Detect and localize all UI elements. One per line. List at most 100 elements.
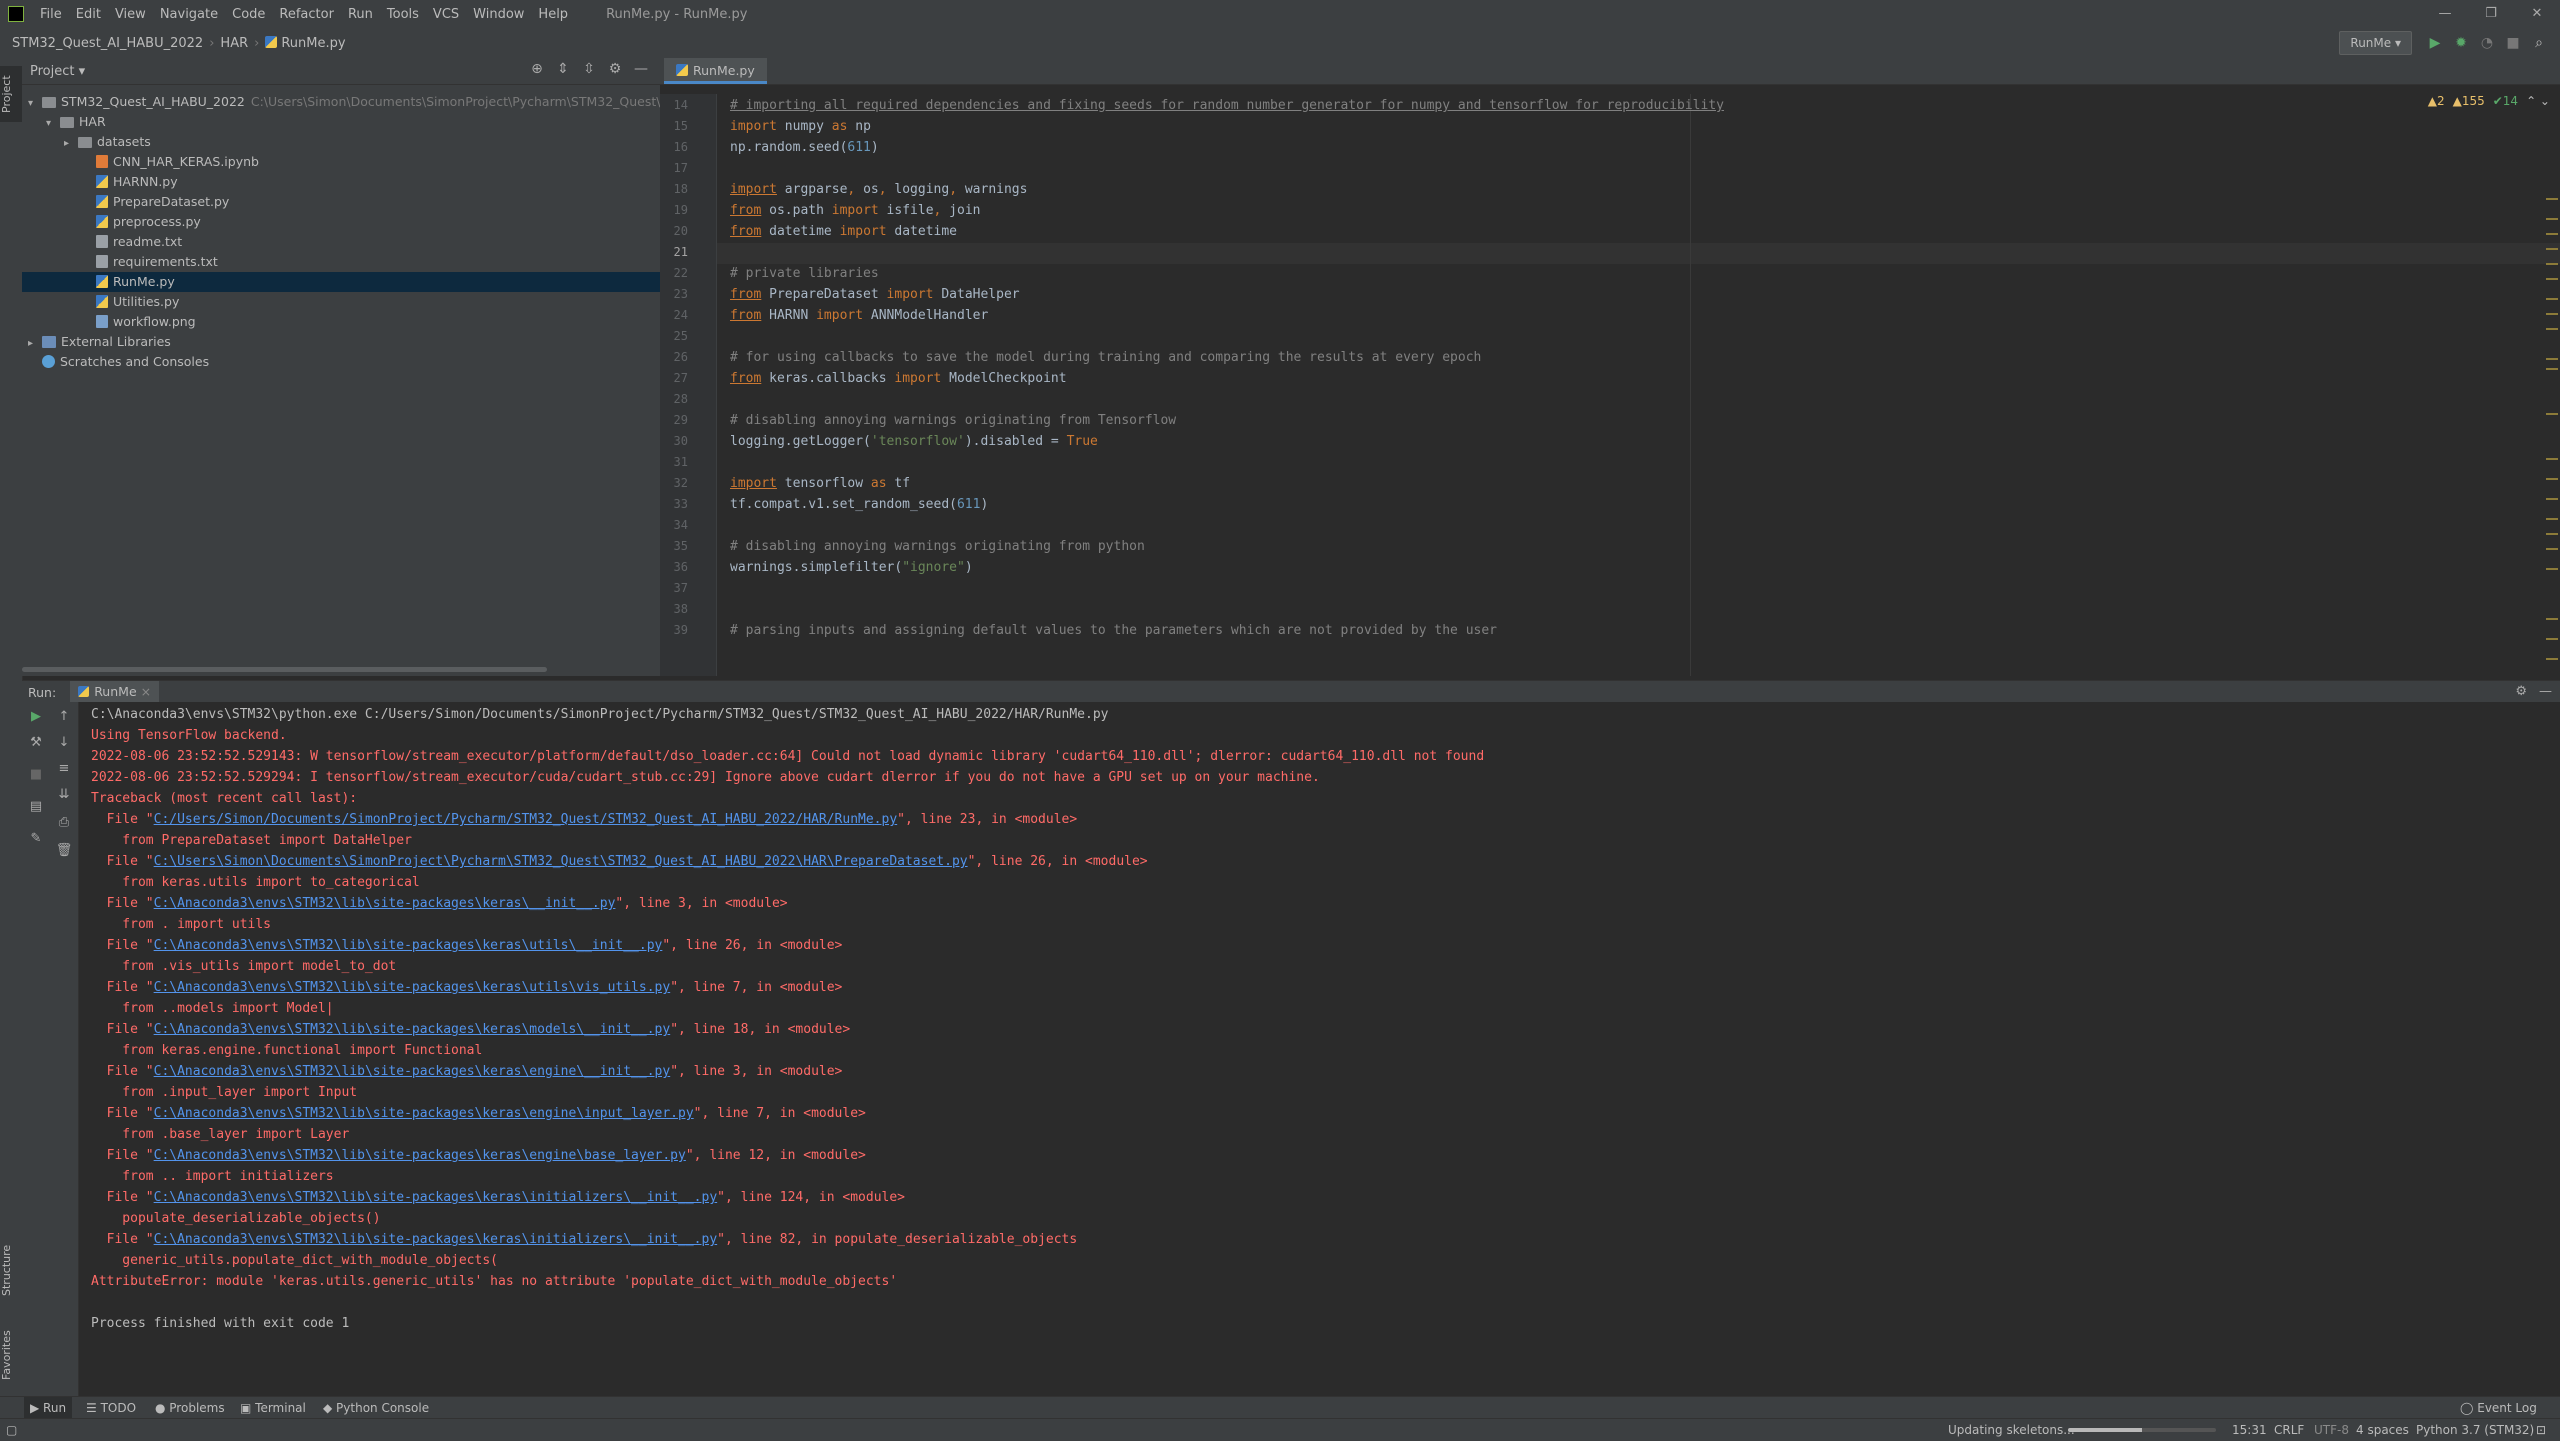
python-interpreter[interactable]: Python 3.7 (STM32) [2416,1419,2534,1441]
code-line[interactable]: # importing all required dependencies an… [730,98,1724,113]
minimize-icon[interactable]: — [2422,0,2468,28]
menu-navigate[interactable]: Navigate [160,7,218,22]
warning-marker[interactable] [2546,233,2558,235]
pin-icon[interactable]: ✎ [24,828,48,850]
expand-arrow-icon[interactable]: ▾ [46,114,60,134]
close-icon[interactable]: ✕ [2514,0,2560,28]
restore-layout-icon[interactable]: ▤ [24,796,48,818]
collapse-all-icon[interactable]: ⇳ [576,61,602,77]
code-line[interactable]: from os.path import isfile, join [730,203,981,218]
code-line[interactable]: np.random.seed(611) [730,140,879,155]
scroll-to-end-icon[interactable]: ⇊ [52,784,76,806]
background-task-label[interactable]: Updating skeletons... [1948,1419,2075,1441]
menu-file[interactable]: File [40,7,62,22]
menu-tools[interactable]: Tools [387,7,419,22]
search-everywhere-icon[interactable]: ⌕ [2529,33,2549,53]
warning-marker[interactable] [2546,413,2558,415]
warning-marker[interactable] [2546,358,2558,360]
close-tab-icon[interactable]: × [141,684,151,699]
event-log-tool-button[interactable]: ◯ Event Log [2460,1397,2537,1419]
weak-warning-count[interactable]: ▲155 [2453,94,2485,108]
tree-item[interactable]: workflow.png [22,312,660,332]
project-tool-tab[interactable]: Project [0,66,22,122]
stop-icon[interactable]: ■ [2503,33,2523,53]
breadcrumb-project[interactable]: STM32_Quest_AI_HABU_2022 [12,36,203,51]
soft-wrap-icon[interactable]: ≡ [52,758,76,780]
warning-marker[interactable] [2546,498,2558,500]
tree-item[interactable]: Scratches and Consoles [22,352,660,372]
indent-setting[interactable]: 4 spaces [2356,1419,2409,1441]
print-icon[interactable]: ⎙ [52,812,76,834]
code-line[interactable]: from PrepareDataset import DataHelper [730,287,1020,302]
code-line[interactable]: # disabling annoying warnings originatin… [730,539,1145,554]
warning-marker[interactable] [2546,478,2558,480]
warning-marker[interactable] [2546,218,2558,220]
code-line[interactable]: # for using callbacks to save the model … [730,350,1481,365]
horizontal-scrollbar[interactable] [22,667,547,672]
rerun-icon[interactable]: ▶ [24,706,48,728]
structure-tool-tab[interactable]: Structure [0,1238,22,1302]
inspection-nav[interactable]: ⌃ ⌄ [2526,94,2550,108]
code-line[interactable]: from HARNN import ANNModelHandler [730,308,988,323]
run-configuration-select[interactable]: RunMe ▾ [2339,31,2412,55]
warning-marker[interactable] [2546,658,2558,660]
run-tool-button[interactable]: ▶ Run [24,1397,73,1419]
breadcrumb-runme[interactable]: RunMe.py [281,36,345,51]
code-line[interactable]: from datetime import datetime [730,224,957,239]
favorites-tool-tab[interactable]: Favorites [0,1320,22,1390]
wrench-icon[interactable]: ⚒ [24,732,48,754]
editor-tab-runme[interactable]: RunMe.py [664,58,767,84]
tree-item[interactable]: CNN_HAR_KERAS.ipynb [22,152,660,172]
todo-tool-button[interactable]: ☰ TODO [86,1397,136,1419]
warning-count[interactable]: ▲2 [2428,94,2445,108]
terminal-tool-button[interactable]: ▣ Terminal [240,1397,306,1419]
tree-item[interactable]: ▸ datasets [22,132,660,152]
code-line[interactable]: tf.compat.v1.set_random_seed(611) [730,497,988,512]
caret-position[interactable]: 15:31 [2232,1419,2267,1441]
tree-item[interactable]: RunMe.py [22,272,660,292]
stop-icon[interactable]: ■ [24,764,48,786]
warning-marker[interactable] [2546,368,2558,370]
scroll-up-icon[interactable]: ↑ [52,706,76,728]
typo-count[interactable]: ✔14 [2493,94,2518,108]
code-line[interactable]: warnings.simplefilter("ignore") [730,560,973,575]
hide-panel-icon[interactable]: — [2539,681,2552,703]
code-line[interactable]: # parsing inputs and assigning default v… [730,623,1497,638]
tree-item[interactable]: ▾ HAR [22,112,660,132]
gear-icon[interactable]: ⚙ [602,61,628,77]
tree-item[interactable]: HARNN.py [22,172,660,192]
code-line[interactable]: import argparse, os, logging, warnings [730,182,1027,197]
menu-run[interactable]: Run [348,7,373,22]
python-console-tool-button[interactable]: ◆ Python Console [323,1397,429,1419]
warning-marker[interactable] [2546,458,2558,460]
warning-marker[interactable] [2546,618,2558,620]
hide-panel-icon[interactable]: — [628,61,654,77]
toggle-panels-icon[interactable]: ▢ [6,1419,17,1441]
gear-icon[interactable]: ⚙ [2515,681,2527,703]
warning-marker[interactable] [2546,298,2558,300]
code-line[interactable]: # disabling annoying warnings originatin… [730,413,1176,428]
menu-window[interactable]: Window [473,7,524,22]
problems-tool-button[interactable]: ● Problems [155,1397,225,1419]
coverage-icon[interactable]: ◔ [2477,33,2497,53]
warning-marker[interactable] [2546,313,2558,315]
expand-arrow-icon[interactable]: ▾ [28,94,42,114]
expand-arrow-icon[interactable]: ▸ [64,134,78,154]
file-encoding[interactable]: UTF-8 [2314,1419,2349,1441]
warning-marker[interactable] [2546,248,2558,250]
warning-marker[interactable] [2546,548,2558,550]
project-view-select[interactable]: Project ▾ [30,64,85,79]
tree-item[interactable]: readme.txt [22,232,660,252]
code-line[interactable]: # private libraries [730,266,879,281]
code-line[interactable]: from keras.callbacks import ModelCheckpo… [730,371,1067,386]
expand-all-icon[interactable]: ⇕ [550,61,576,77]
warning-marker[interactable] [2546,568,2558,570]
expand-arrow-icon[interactable]: ▸ [28,334,42,354]
tree-item[interactable]: PrepareDataset.py [22,192,660,212]
menu-edit[interactable]: Edit [76,7,101,22]
line-separator[interactable]: CRLF [2274,1419,2304,1441]
warning-marker[interactable] [2546,263,2558,265]
menu-refactor[interactable]: Refactor [279,7,334,22]
warning-marker[interactable] [2546,638,2558,640]
menu-code[interactable]: Code [232,7,265,22]
